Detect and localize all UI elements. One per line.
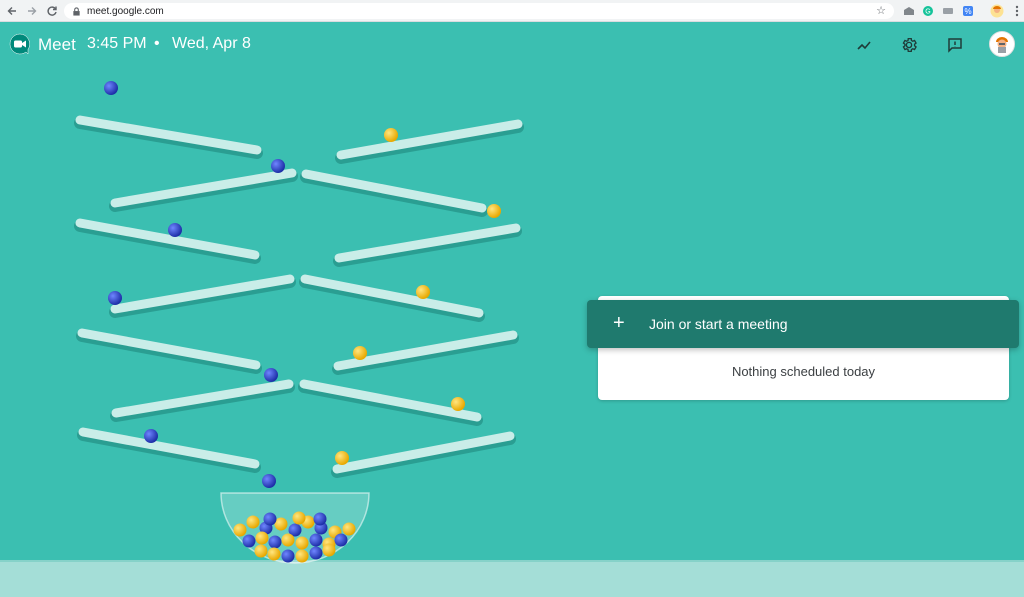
- join-button-label: Join or start a meeting: [649, 316, 788, 332]
- gear-icon[interactable]: [898, 34, 920, 56]
- ramp-right-3: [333, 223, 522, 267]
- address-bar[interactable]: meet.google.com ☆: [64, 3, 894, 19]
- ramp-left-3: [74, 218, 261, 264]
- profile-avatar-icon[interactable]: [990, 4, 1004, 18]
- extension-icon[interactable]: [941, 4, 955, 18]
- meet-logo-icon[interactable]: [8, 32, 32, 56]
- ramp-right-6: [298, 379, 483, 426]
- ramp-left-5: [76, 328, 262, 374]
- ramp-left-1: [74, 115, 263, 159]
- forward-icon[interactable]: [22, 1, 42, 21]
- ramp-right-2: [300, 169, 488, 217]
- ramp-right-1: [335, 119, 524, 164]
- ramp-left-7: [77, 427, 261, 473]
- meet-header: Meet 3:45 PM • Wed, Apr 8: [0, 22, 1024, 68]
- ramp-right-7: [331, 431, 516, 478]
- svg-text:%: %: [964, 7, 971, 16]
- extension-grammar-icon[interactable]: G: [921, 4, 935, 18]
- ramps: [74, 115, 524, 478]
- extension-mail-icon[interactable]: [902, 4, 916, 18]
- ramp-right-4: [299, 274, 485, 322]
- account-avatar[interactable]: [989, 31, 1015, 57]
- glass-bowl: [220, 492, 370, 564]
- chrome-menu-icon[interactable]: [1010, 4, 1024, 18]
- lock-icon: [73, 6, 80, 16]
- trending-up-icon[interactable]: [853, 34, 875, 56]
- ramp-left-4: [109, 274, 296, 318]
- current-time: 3:45 PM: [87, 35, 147, 52]
- extension-translate-icon[interactable]: %: [961, 4, 975, 18]
- header-separator: •: [154, 35, 160, 52]
- plus-icon: +: [613, 312, 625, 334]
- address-url: meet.google.com: [87, 5, 164, 17]
- app-name[interactable]: Meet: [38, 35, 76, 55]
- reload-icon[interactable]: [42, 1, 62, 21]
- back-icon[interactable]: [2, 1, 22, 21]
- browser-toolbar: meet.google.com ☆ G %: [0, 0, 1024, 22]
- join-or-start-meeting-button[interactable]: + Join or start a meeting: [587, 300, 1019, 348]
- ramp-left-6: [110, 379, 295, 422]
- schedule-empty-text: Nothing scheduled today: [731, 364, 876, 379]
- ramp-left-2: [109, 168, 298, 212]
- bookmark-star-icon[interactable]: ☆: [876, 4, 886, 17]
- svg-text:G: G: [925, 9, 930, 16]
- feedback-icon[interactable]: [944, 34, 966, 56]
- current-date: Wed, Apr 8: [172, 35, 251, 52]
